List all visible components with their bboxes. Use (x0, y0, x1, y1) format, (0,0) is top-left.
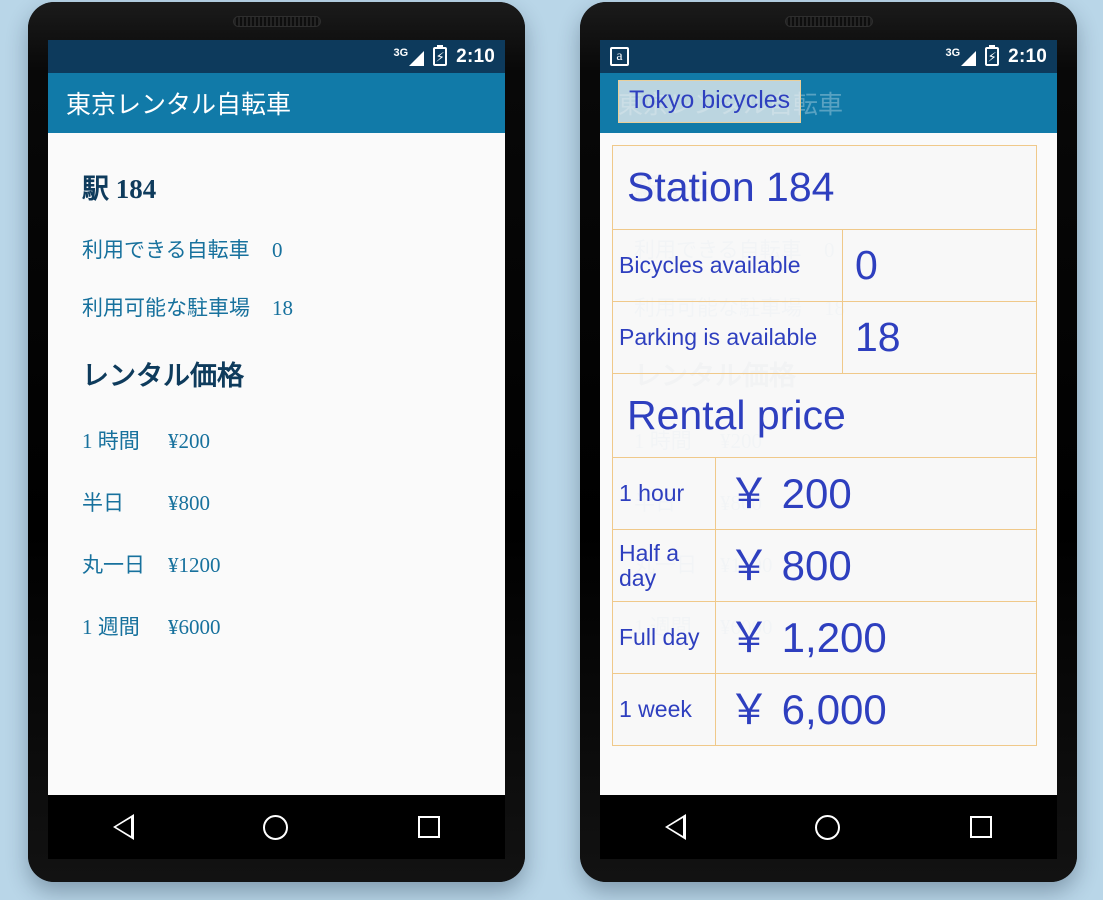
price-value-halfday-left: ¥800 (168, 491, 210, 515)
translated-label-hour: 1 hour (613, 458, 716, 529)
availability-row-parking-left: 利用可能な駐車場 18 (48, 264, 505, 322)
android-nav-bar-left (48, 795, 505, 859)
translated-value-bicycles: 0 (855, 242, 878, 288)
translated-label-week: 1 week (613, 674, 716, 745)
status-bar-left-icons-right: a (610, 47, 629, 66)
recents-square-icon-right[interactable] (970, 816, 993, 838)
translation-overlay-grid[interactable]: Station 184 Bicycles available 0 Parking… (612, 145, 1037, 746)
status-bar-right: a 3G ⚡ 2:10 (600, 40, 1057, 73)
price-value-fullday-left: ¥1200 (168, 553, 221, 577)
translated-row-week: 1 week ￥ 6,000 (613, 674, 1036, 745)
price-label-hour-left: 1 時間 (82, 429, 140, 453)
signal-bars-icon-left (409, 50, 425, 66)
translated-label-halfday: Half a day (613, 530, 716, 601)
earpiece-speaker-left (232, 16, 321, 27)
app-title-left: 東京レンタル自転車 (66, 91, 292, 119)
translated-station-heading: Station 184 (613, 146, 1036, 230)
screenshot-stage: 3G ⚡ 2:10 東京レンタル自転車 駅 184 利用できる自転車 0 利用可… (0, 0, 1103, 900)
battery-charging-icon-left: ⚡ (433, 47, 448, 66)
app-content-left: 駅 184 利用できる自転車 0 利用可能な駐車場 18 レンタル価格 1 時間… (48, 133, 505, 795)
charging-bolt-icon-right: ⚡ (987, 49, 997, 64)
phone-screen-original: 3G ⚡ 2:10 東京レンタル自転車 駅 184 利用できる自転車 0 利用可… (48, 40, 505, 795)
back-triangle-icon-left[interactable] (112, 814, 134, 840)
charging-bolt-icon-left: ⚡ (435, 49, 445, 64)
availability-value-parking-left: 18 (272, 296, 293, 320)
availability-value-bicycles-left: 0 (272, 238, 283, 262)
price-row-week-left: 1 週間 ¥6000 (48, 579, 505, 641)
price-value-week-left: ¥6000 (168, 615, 221, 639)
price-heading-left: レンタル価格 (82, 361, 244, 391)
translated-value-halfday: ￥ 800 (728, 541, 852, 589)
home-circle-icon-right[interactable] (815, 814, 841, 840)
phone-device-original: 3G ⚡ 2:10 東京レンタル自転車 駅 184 利用できる自転車 0 利用可… (28, 2, 525, 882)
translated-row-fullday: Full day ￥ 1,200 (613, 602, 1036, 674)
status-bar-clock-right: 2:10 (1008, 45, 1047, 67)
availability-row-bicycles-left: 利用できる自転車 0 (48, 206, 505, 264)
app-content-translated: 駅 184 利用できる自転車 0 利用可能な駐車場 18 レンタル価格 1 時間… (600, 133, 1057, 795)
translated-label-fullday: Full day (613, 602, 716, 673)
price-row-halfday-left: 半日 ¥800 (48, 455, 505, 517)
availability-label-parking-left: 利用可能な駐車場 (82, 296, 250, 320)
phone-screen-translated: a 3G ⚡ 2:10 東京レンタル自転車 Tokyo bicycles (600, 40, 1057, 795)
network-type-label-left: 3G (393, 46, 409, 59)
price-row-hour-left: 1 時間 ¥200 (48, 393, 505, 455)
action-bar-left: 東京レンタル自転車 (48, 73, 505, 139)
status-bar-left: 3G ⚡ 2:10 (48, 40, 505, 73)
status-bar-clock-left: 2:10 (456, 45, 495, 67)
translated-price-heading: Rental price (613, 374, 1036, 458)
signal-3g-icon: 3G (393, 46, 425, 66)
back-triangle-icon-right[interactable] (664, 814, 686, 840)
status-bar-right-icons-left: 3G ⚡ 2:10 (393, 46, 495, 68)
translated-value-fullday: ￥ 1,200 (728, 613, 887, 661)
price-row-fullday-left: 丸一日 ¥1200 (48, 517, 505, 579)
translated-value-hour: ￥ 200 (728, 469, 852, 517)
translated-row-hour: 1 hour ￥ 200 (613, 458, 1036, 530)
signal-3g-icon-right: 3G (945, 46, 977, 66)
signal-bars-icon-right (961, 50, 977, 66)
translated-value-week: ￥ 6,000 (728, 685, 887, 733)
translated-row-halfday: Half a day ￥ 800 (613, 530, 1036, 602)
station-heading-left: 駅 184 (82, 174, 157, 204)
price-label-halfday-left: 半日 (82, 491, 124, 515)
battery-charging-icon-right: ⚡ (985, 47, 1000, 66)
translate-app-icon: a (610, 47, 629, 66)
price-label-week-left: 1 週間 (82, 615, 140, 639)
translated-value-parking: 18 (855, 314, 901, 360)
translated-row-bicycles: Bicycles available 0 (613, 230, 1036, 302)
price-value-hour-left: ¥200 (168, 429, 210, 453)
status-bar-right-icons-right: 3G ⚡ 2:10 (945, 46, 1047, 68)
translated-label-bicycles: Bicycles available (613, 230, 843, 301)
earpiece-speaker-right (784, 16, 873, 27)
translated-app-title-overlay[interactable]: Tokyo bicycles (618, 80, 802, 123)
network-type-label-right: 3G (945, 46, 961, 59)
recents-square-icon-left[interactable] (418, 816, 441, 838)
phone-device-translated: a 3G ⚡ 2:10 東京レンタル自転車 Tokyo bicycles (580, 2, 1077, 882)
android-nav-bar-right (600, 795, 1057, 859)
availability-label-bicycles-left: 利用できる自転車 (82, 238, 250, 262)
translated-label-parking: Parking is available (613, 302, 843, 373)
home-circle-icon-left[interactable] (263, 814, 289, 840)
price-label-fullday-left: 丸一日 (82, 553, 145, 577)
translated-row-parking: Parking is available 18 (613, 302, 1036, 374)
action-bar-right: 東京レンタル自転車 Tokyo bicycles (600, 73, 1057, 139)
